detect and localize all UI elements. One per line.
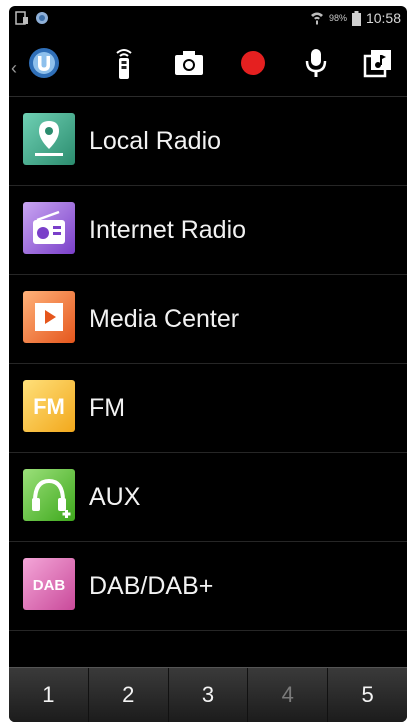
record-button[interactable] xyxy=(236,46,270,80)
menu-item-label: DAB/DAB+ xyxy=(89,572,214,600)
camera-button[interactable] xyxy=(172,46,206,80)
camera-icon xyxy=(175,51,203,75)
remote-button[interactable] xyxy=(107,46,141,80)
toolbar: ‹ xyxy=(9,32,407,97)
clock: 10:58 xyxy=(365,10,401,26)
fm-icon-text: FM xyxy=(33,394,65,419)
menu-item-label: FM xyxy=(89,394,126,422)
menu-item-label: Media Center xyxy=(89,305,240,333)
source-menu: Local Radio Internet Radio Media Center … xyxy=(9,97,407,631)
music-library-button[interactable] xyxy=(361,46,395,80)
preset-button-4[interactable]: 4 xyxy=(248,668,329,722)
menu-item-dab[interactable]: DAB DAB/DAB+ xyxy=(9,542,407,631)
preset-button-3[interactable]: 3 xyxy=(169,668,249,722)
menu-item-label: Local Radio xyxy=(89,127,222,155)
microphone-icon xyxy=(305,49,327,77)
preset-bar: 1 2 3 4 5 xyxy=(9,667,407,722)
headphones-icon xyxy=(23,469,75,521)
dab-icon: DAB xyxy=(23,558,75,610)
preset-button-1[interactable]: 1 xyxy=(9,668,89,722)
notification-icon xyxy=(15,11,28,25)
chevron-left-icon[interactable]: ‹ xyxy=(11,58,17,79)
menu-item-label: Internet Radio xyxy=(89,216,247,244)
battery-percent: 98% xyxy=(328,13,347,23)
menu-item-aux[interactable]: AUX xyxy=(9,453,407,542)
location-pin-icon xyxy=(23,113,75,165)
music-library-icon xyxy=(363,50,391,78)
record-icon xyxy=(241,51,265,75)
menu-item-internet-radio[interactable]: Internet Radio xyxy=(9,186,407,275)
phone-screen: 98% 10:58 ‹ Local Radio Internet Radio M… xyxy=(9,6,407,722)
menu-item-fm[interactable]: FM FM xyxy=(9,364,407,453)
radio-icon xyxy=(23,202,75,254)
play-icon xyxy=(23,291,75,343)
fm-icon: FM xyxy=(23,380,75,432)
wifi-icon xyxy=(310,12,323,25)
status-right: 98% 10:58 xyxy=(310,10,401,26)
microphone-button[interactable] xyxy=(299,46,333,80)
undok-logo-button[interactable] xyxy=(27,46,61,80)
menu-item-label: AUX xyxy=(89,483,141,511)
notification-icons xyxy=(15,11,49,25)
undok-logo-icon xyxy=(29,48,59,78)
dab-icon-text: DAB xyxy=(33,577,66,594)
status-bar: 98% 10:58 xyxy=(9,6,407,32)
menu-item-local-radio[interactable]: Local Radio xyxy=(9,97,407,186)
preset-button-2[interactable]: 2 xyxy=(89,668,169,722)
app-notification-icon xyxy=(36,12,48,24)
preset-button-5[interactable]: 5 xyxy=(328,668,407,722)
menu-item-media-center[interactable]: Media Center xyxy=(9,275,407,364)
remote-icon xyxy=(116,49,132,79)
battery-icon xyxy=(351,10,361,26)
